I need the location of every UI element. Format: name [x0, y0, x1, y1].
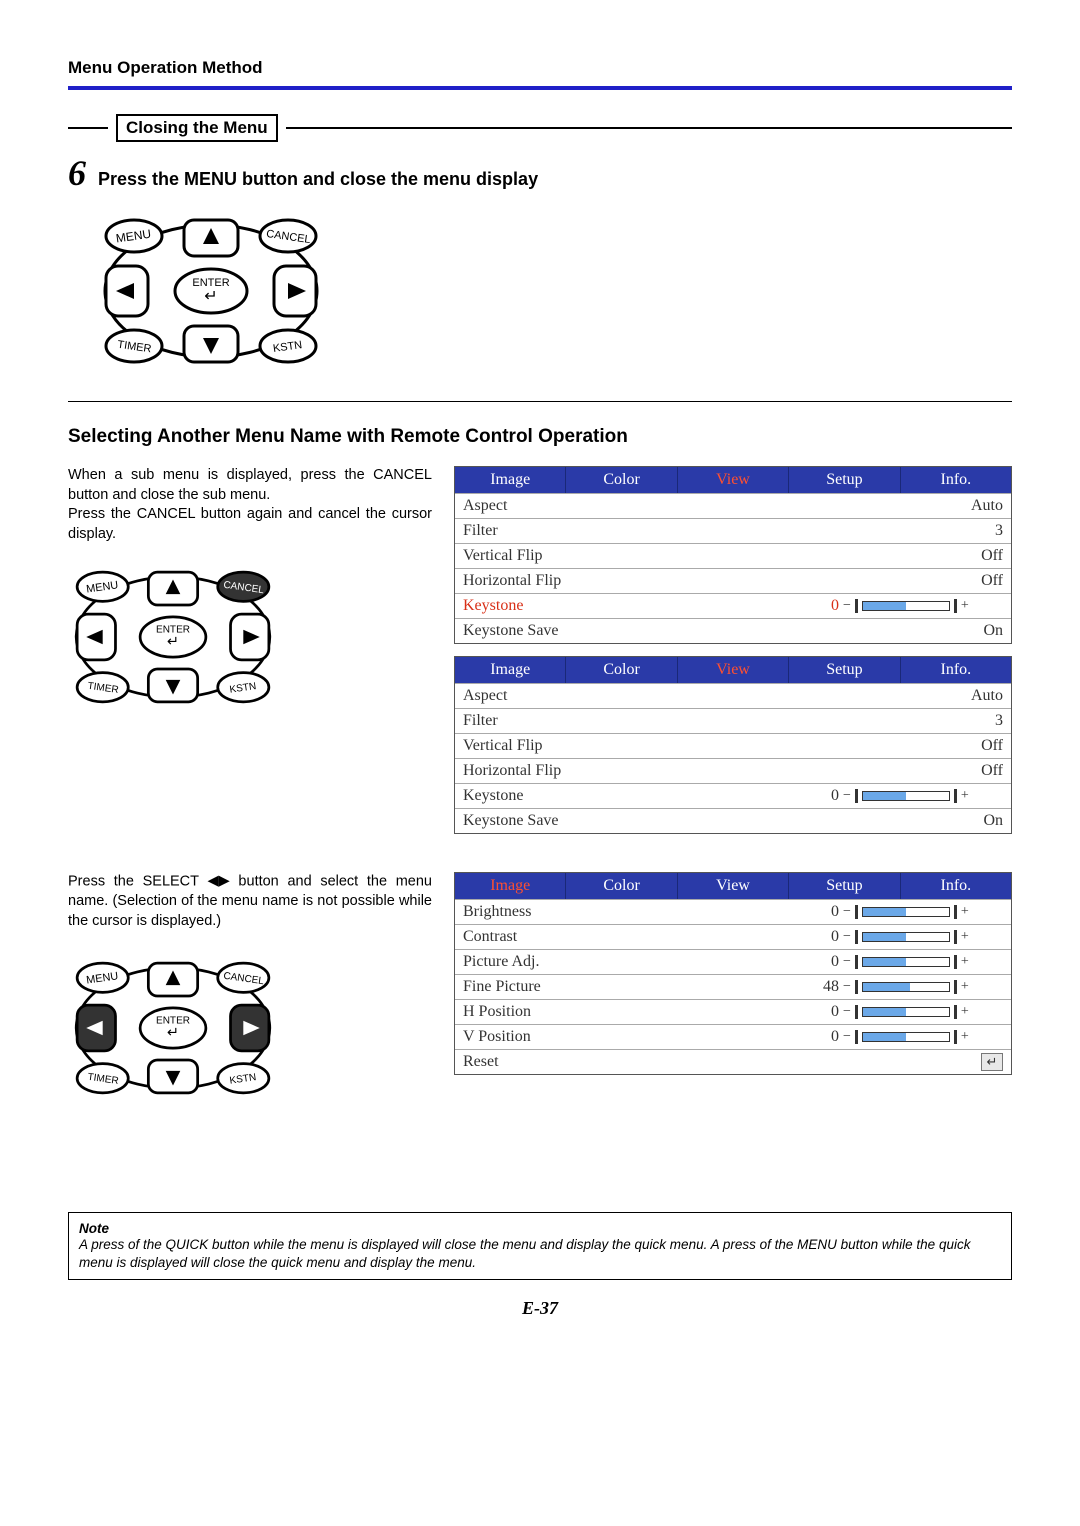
osd-row: H Position0−+ — [455, 999, 1011, 1024]
left-right-arrows-icon: ◀▶ — [207, 872, 229, 892]
osd-row-value: On — [813, 812, 1003, 830]
osd-row: Keystone SaveOn — [455, 808, 1011, 833]
note-body: A press of the QUICK button while the me… — [79, 1236, 1001, 1271]
osd-row: Keystone0−+ — [455, 783, 1011, 808]
osd-row: Horizontal FlipOff — [455, 568, 1011, 593]
page-number: E-37 — [68, 1298, 1012, 1319]
closing-label: Closing the Menu — [116, 114, 278, 142]
osd-row: Filter3 — [455, 518, 1011, 543]
osd-row: Vertical FlipOff — [455, 543, 1011, 568]
osd-row-label: Brightness — [463, 903, 813, 921]
osd-row: AspectAuto — [455, 683, 1011, 708]
osd-view-plain: ImageColorViewSetupInfo.AspectAutoFilter… — [454, 656, 1012, 834]
osd-tab-view: View — [678, 657, 789, 683]
step-6: 6 Press the MENU button and close the me… — [68, 152, 1012, 194]
osd-tabs: ImageColorViewSetupInfo. — [455, 873, 1011, 899]
osd-tabs: ImageColorViewSetupInfo. — [455, 467, 1011, 493]
osd-row-label: Horizontal Flip — [463, 572, 813, 590]
osd-row: Picture Adj.0−+ — [455, 949, 1011, 974]
osd-row-value: Off — [813, 547, 1003, 565]
osd-row-value: 3 — [813, 712, 1003, 730]
osd-tab-image: Image — [455, 467, 566, 493]
osd-tab-image: Image — [455, 873, 566, 899]
step-number: 6 — [68, 152, 86, 194]
osd-tab-image: Image — [455, 657, 566, 683]
section-2-heading: Selecting Another Menu Name with Remote … — [68, 426, 1012, 448]
osd-row-label: Keystone Save — [463, 622, 813, 640]
remote-diagram-1: ENTER ↵ MENU CANCEL TIMER KSTN — [96, 206, 1012, 381]
osd-tabs: ImageColorViewSetupInfo. — [455, 657, 1011, 683]
osd-tab-view: View — [678, 467, 789, 493]
osd-tab-color: Color — [566, 873, 677, 899]
osd-row-label: Keystone Save — [463, 812, 813, 830]
osd-row: Filter3 — [455, 708, 1011, 733]
osd-view-keystone-selected: ImageColorViewSetupInfo.AspectAutoFilter… — [454, 466, 1012, 644]
osd-row-label: Filter — [463, 712, 813, 730]
osd-row-label: Filter — [463, 522, 813, 540]
osd-row-label: Picture Adj. — [463, 953, 813, 971]
osd-row-label: Vertical Flip — [463, 547, 813, 565]
paragraph-2: Press the SELECT ◀▶ button and select th… — [68, 872, 432, 931]
osd-tab-color: Color — [566, 657, 677, 683]
osd-row: V Position0−+ — [455, 1024, 1011, 1049]
osd-row-label: Reset — [463, 1053, 813, 1071]
remote-diagram-3: ENTER ↵ MENU CANCEL TIMER KSTN — [68, 949, 432, 1112]
osd-row-label: Keystone — [463, 787, 813, 805]
osd-row: Vertical FlipOff — [455, 733, 1011, 758]
closing-menu-row: Closing the Menu — [68, 114, 1012, 142]
osd-row-label: Vertical Flip — [463, 737, 813, 755]
osd-row-label: Horizontal Flip — [463, 762, 813, 780]
osd-tab-info: Info. — [901, 873, 1011, 899]
osd-row-label: V Position — [463, 1028, 813, 1046]
divider — [68, 401, 1012, 402]
osd-row-label: Keystone — [463, 597, 813, 615]
osd-row: Reset ↵ — [455, 1049, 1011, 1074]
osd-row: Fine Picture48−+ — [455, 974, 1011, 999]
osd-row-label: Contrast — [463, 928, 813, 946]
note-title: Note — [79, 1221, 1001, 1236]
svg-text:↵: ↵ — [204, 288, 217, 305]
osd-tab-color: Color — [566, 467, 677, 493]
note-box: Note A press of the QUICK button while t… — [68, 1212, 1012, 1280]
paragraph-1b: Press the CANCEL button again and cancel… — [68, 505, 432, 544]
osd-tab-info: Info. — [901, 467, 1011, 493]
osd-row: Brightness0−+ — [455, 899, 1011, 924]
osd-image-menu: ImageColorViewSetupInfo.Brightness0−+Con… — [454, 872, 1012, 1075]
paragraph-1a: When a sub menu is displayed, press the … — [68, 466, 432, 505]
osd-tab-setup: Setup — [789, 873, 900, 899]
osd-row-label: Fine Picture — [463, 978, 813, 996]
osd-row: Contrast0−+ — [455, 924, 1011, 949]
osd-row-value: 3 — [813, 522, 1003, 540]
osd-row-value: Auto — [813, 497, 1003, 515]
osd-row-value: Off — [813, 572, 1003, 590]
osd-row: AspectAuto — [455, 493, 1011, 518]
osd-row-label: Aspect — [463, 497, 813, 515]
step-text: Press the MENU button and close the menu… — [98, 169, 538, 190]
osd-row: Keystone0−+ — [455, 593, 1011, 618]
page-header: Menu Operation Method — [68, 58, 1012, 90]
svg-text:↵: ↵ — [167, 1025, 179, 1041]
osd-tab-view: View — [678, 873, 789, 899]
osd-tab-setup: Setup — [789, 657, 900, 683]
reset-icon: ↵ — [981, 1053, 1003, 1071]
osd-row: Keystone SaveOn — [455, 618, 1011, 643]
osd-row-value: On — [813, 622, 1003, 640]
osd-row-label: Aspect — [463, 687, 813, 705]
osd-tab-info: Info. — [901, 657, 1011, 683]
osd-row-value: Off — [813, 737, 1003, 755]
osd-row: Horizontal FlipOff — [455, 758, 1011, 783]
osd-row-value: Auto — [813, 687, 1003, 705]
osd-tab-setup: Setup — [789, 467, 900, 493]
svg-text:↵: ↵ — [167, 634, 179, 650]
osd-row-label: H Position — [463, 1003, 813, 1021]
remote-diagram-2: ENTER ↵ MENU CANCEL TIMER KSTN — [68, 558, 432, 721]
osd-row-value: Off — [813, 762, 1003, 780]
